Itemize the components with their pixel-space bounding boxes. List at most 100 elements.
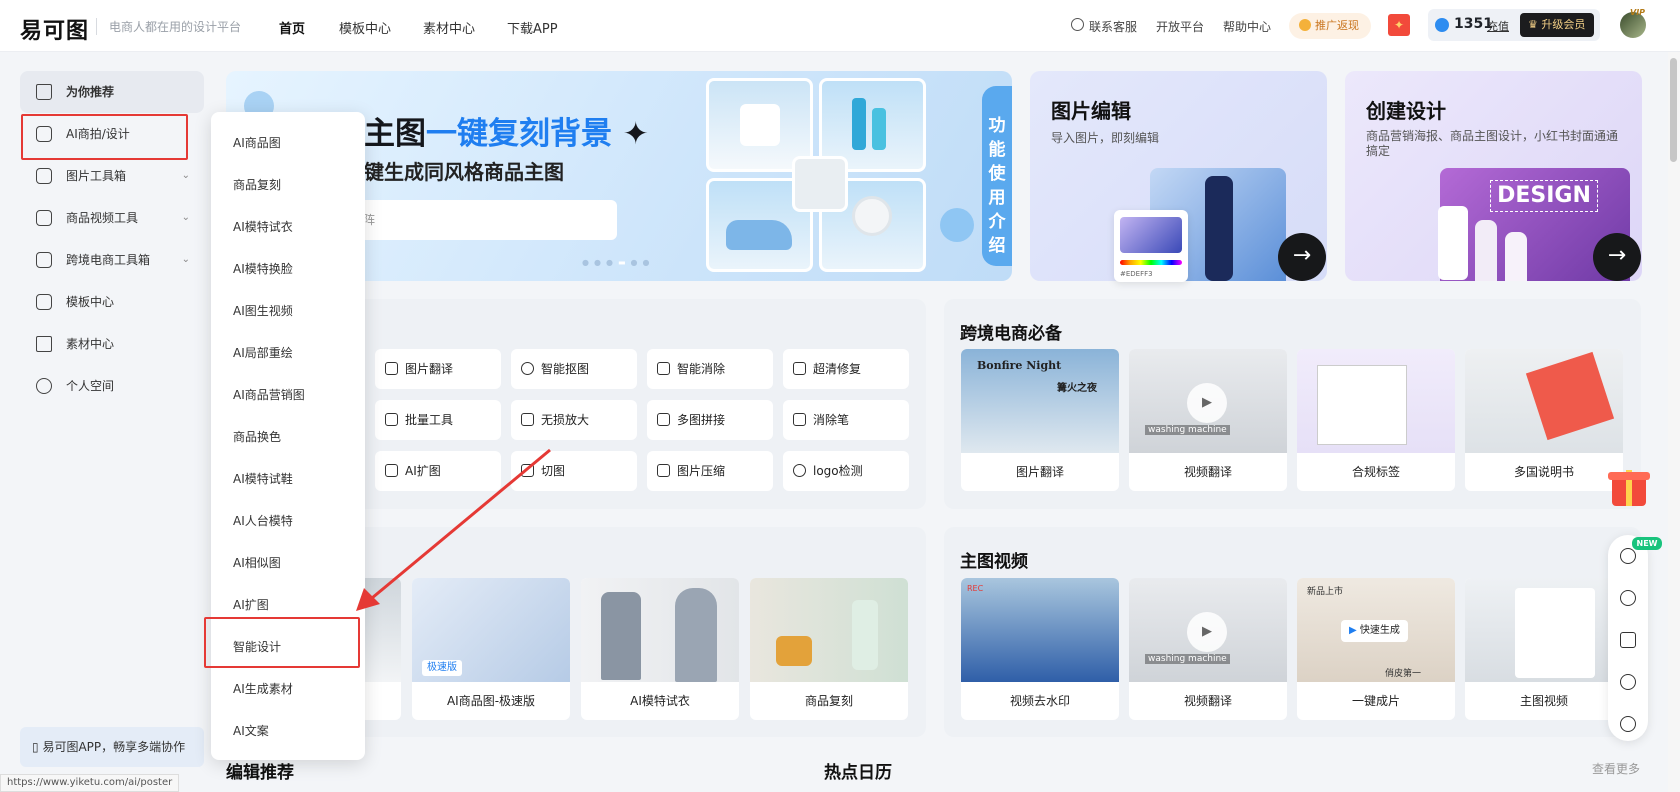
link-icon[interactable] xyxy=(1620,548,1636,564)
phone-icon: ▯ xyxy=(32,740,39,754)
fan-icon xyxy=(852,196,892,236)
model-image xyxy=(675,588,717,682)
menu-item-mannequin[interactable]: AI人台模特 xyxy=(233,512,293,529)
toolbox-icon xyxy=(36,168,52,184)
mv-label: 一键成片 xyxy=(1351,694,1400,708)
recharge-link[interactable]: 充值 xyxy=(1487,18,1509,34)
tool-slice[interactable]: 切图 xyxy=(511,451,637,491)
tool-batch[interactable]: 批量工具 xyxy=(375,400,501,440)
scrollbar[interactable] xyxy=(1668,52,1680,792)
nav-home[interactable]: 首页 xyxy=(279,18,305,37)
logo[interactable]: 易可图 xyxy=(20,13,89,45)
tool-erase-brush[interactable]: 消除笔 xyxy=(783,400,909,440)
tool-smart-erase[interactable]: 智能消除 xyxy=(647,349,773,389)
tool-multi-stitch[interactable]: 多图拼接 xyxy=(647,400,773,440)
mv-card-one-click[interactable]: 新品上市 ▶ 快速生成 俏皮第一 一键成片 xyxy=(1297,578,1455,720)
tool-logo-detect[interactable]: logo检测 xyxy=(783,451,909,491)
sidebar-item-materials[interactable]: 素材中心 xyxy=(20,323,204,365)
menu-item-model-faceswap[interactable]: AI模特换脸 xyxy=(233,260,293,277)
menu-item-marketing-image[interactable]: AI商品营销图 xyxy=(233,386,305,403)
ai-label: AI商品图-极速版 xyxy=(446,694,536,708)
promo-button[interactable]: 推广返现 xyxy=(1289,13,1371,39)
menu-item-ai-copywriting[interactable]: AI文案 xyxy=(233,722,269,739)
menu-item-product-replicate[interactable]: 商品复刻 xyxy=(233,176,281,193)
tool-label: 批量工具 xyxy=(405,413,454,427)
menu-item-image-to-video[interactable]: AI图生视频 xyxy=(233,302,293,319)
card-image-edit-arrow-button[interactable]: → xyxy=(1278,233,1326,281)
banner-title-a: 主图 xyxy=(364,116,426,152)
ai-card-fast[interactable]: 极速版 AI商品图-极速版 xyxy=(412,578,570,720)
chat-icon[interactable] xyxy=(1620,716,1636,732)
banner-side-guide[interactable]: 功能使用介绍 xyxy=(982,86,1012,266)
restore-icon xyxy=(793,362,806,375)
nav-templates[interactable]: 模板中心 xyxy=(339,18,391,37)
ai-card-replicate[interactable]: 商品复刻 xyxy=(750,578,908,720)
nav-download-app[interactable]: 下载APP xyxy=(507,18,558,37)
cb-card-compliance-label[interactable]: 合规标签 xyxy=(1297,349,1455,491)
note-icon[interactable] xyxy=(1620,632,1636,648)
tool-hd-restore[interactable]: 超清修复 xyxy=(783,349,909,389)
bottle-icon xyxy=(852,98,866,150)
card-image-edit-subtitle: 导入图片，即刻编辑 xyxy=(1051,131,1160,145)
thumb-text: 俏皮第一 xyxy=(1385,669,1422,679)
sidebar-item-templates[interactable]: 模板中心 xyxy=(20,281,204,323)
tool-ai-expand[interactable]: AI扩图 xyxy=(375,451,501,491)
banner-input[interactable]: 阵 xyxy=(355,200,617,240)
menu-item-ai-product-image[interactable]: AI商品图 xyxy=(233,134,281,151)
help-icon[interactable] xyxy=(1620,674,1636,690)
menu-item-ai-material[interactable]: AI生成素材 xyxy=(233,680,293,697)
thumb-text: 新品上市 xyxy=(1307,587,1344,597)
mv-card-watermark[interactable]: REC 视频去水印 xyxy=(961,578,1119,720)
sidebar-item-recommend[interactable]: 为你推荐 xyxy=(20,71,204,113)
link-open-platform[interactable]: 开放平台 xyxy=(1156,18,1204,35)
mv-label: 主图视频 xyxy=(1519,694,1568,708)
menu-item-similar-image[interactable]: AI相似图 xyxy=(233,554,281,571)
thumb-text: 篝火之夜 xyxy=(1057,383,1097,394)
tool-lossless-upscale[interactable]: 无损放大 xyxy=(511,400,637,440)
card-create-design-arrow-button[interactable]: → xyxy=(1593,233,1641,281)
credit-coin-icon xyxy=(1435,18,1449,32)
app-promo-bar[interactable]: ▯ 易可图APP，畅享多端协作 xyxy=(20,727,204,767)
crossborder-icon xyxy=(36,252,52,268)
menu-item-model-tryon[interactable]: AI模特试衣 xyxy=(233,218,293,235)
mv-card-main-video[interactable]: 主图视频 xyxy=(1465,578,1623,720)
yen-icon[interactable] xyxy=(1620,590,1636,606)
link-help-center[interactable]: 帮助中心 xyxy=(1223,18,1271,35)
gift-icon[interactable]: ✦ xyxy=(1388,14,1410,36)
cb-label: 合规标签 xyxy=(1351,465,1400,479)
slogan: 电商人都在用的设计平台 xyxy=(96,18,241,35)
gift-box-icon[interactable] xyxy=(1604,460,1650,510)
sidebar-item-video-tools[interactable]: 商品视频工具 ⌄ xyxy=(20,197,204,239)
highlight-box-smart-design xyxy=(204,617,360,668)
menu-item-partial-repaint[interactable]: AI局部重绘 xyxy=(233,344,293,361)
hex-value: #EDEFF3 xyxy=(1120,270,1153,278)
cb-label: 多国说明书 xyxy=(1513,465,1574,479)
carousel-dots[interactable]: ●●●▬●● xyxy=(582,258,654,267)
sidebar-item-label: 图片工具箱 xyxy=(66,169,127,183)
cb-card-manual[interactable]: 多国说明书 xyxy=(1465,349,1623,491)
upgrade-button[interactable]: ♛ 升级会员 xyxy=(1520,13,1594,37)
see-more-link[interactable]: 查看更多 xyxy=(1592,760,1640,777)
nav-materials[interactable]: 素材中心 xyxy=(423,18,475,37)
tool-compress[interactable]: 图片压缩 xyxy=(647,451,773,491)
thumb-text: washing machine xyxy=(1145,654,1230,664)
hue-slider xyxy=(1120,260,1182,265)
chevron-down-icon: ⌄ xyxy=(181,212,190,223)
mv-card-video-translate[interactable]: ▶ washing machine 视频翻译 xyxy=(1129,578,1287,720)
menu-item-ai-expand[interactable]: AI扩图 xyxy=(233,596,269,613)
tool-label: 图片翻译 xyxy=(405,362,454,376)
tool-smart-cutout[interactable]: 智能抠图 xyxy=(511,349,637,389)
sidebar-item-crossborder[interactable]: 跨境电商工具箱 ⌄ xyxy=(20,239,204,281)
ai-card-model-tryon[interactable]: AI模特试衣 xyxy=(581,578,739,720)
menu-item-shoe-tryon[interactable]: AI模特试鞋 xyxy=(233,470,293,487)
sidebar-item-image-toolbox[interactable]: 图片工具箱 ⌄ xyxy=(20,155,204,197)
sidebar-item-personal[interactable]: 个人空间 xyxy=(20,365,204,407)
cb-card-video-translate[interactable]: ▶ washing machine 视频翻译 xyxy=(1129,349,1287,491)
scrollbar-thumb[interactable] xyxy=(1670,58,1677,162)
play-icon: ▶ xyxy=(1187,383,1227,423)
bottle-image xyxy=(852,600,878,670)
tool-image-translate[interactable]: 图片翻译 xyxy=(375,349,501,389)
link-contact-service[interactable]: 联系客服 xyxy=(1089,18,1137,35)
cb-card-image-translate[interactable]: Bonfire Night 篝火之夜 图片翻译 xyxy=(961,349,1119,491)
menu-item-recolor[interactable]: 商品换色 xyxy=(233,428,281,445)
